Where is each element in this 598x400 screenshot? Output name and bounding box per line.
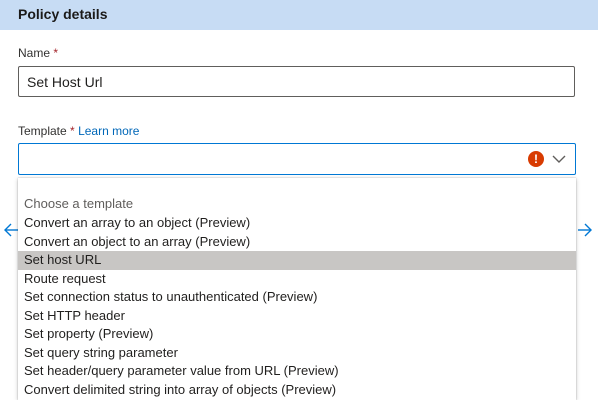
template-option[interactable]: Set property (Preview)	[18, 325, 576, 344]
template-option[interactable]: Set HTTP header	[18, 307, 576, 326]
error-icon: !	[528, 151, 544, 167]
dropdown-header: Choose a template	[24, 196, 134, 211]
template-option[interactable]: Convert delimited string into array of o…	[18, 381, 576, 400]
template-option[interactable]: Convert an object to an array (Preview)	[18, 233, 576, 252]
template-options-list: Convert an array to an object (Preview) …	[18, 214, 576, 399]
required-asterisk: *	[53, 46, 59, 60]
template-option[interactable]: Set host URL	[18, 251, 576, 270]
policy-details-header: Policy details	[0, 0, 598, 30]
arrow-right-icon[interactable]	[577, 222, 593, 238]
template-option[interactable]: Set connection status to unauthenticated…	[18, 288, 576, 307]
name-input[interactable]	[18, 66, 575, 97]
panel-title: Policy details	[18, 6, 108, 22]
template-option[interactable]: Route request	[18, 270, 576, 289]
template-options-dropdown: Choose a template Convert an array to an…	[18, 178, 576, 400]
template-option[interactable]: Set header/query parameter value from UR…	[18, 362, 576, 381]
template-option[interactable]: Set query string parameter	[18, 344, 576, 363]
template-dropdown[interactable]: !	[18, 143, 576, 175]
arrow-left-icon[interactable]	[3, 222, 19, 238]
template-label: Template * Learn more	[18, 124, 140, 138]
required-asterisk: *	[70, 124, 75, 138]
chevron-down-icon[interactable]	[551, 152, 567, 166]
template-option[interactable]: Convert an array to an object (Preview)	[18, 214, 576, 233]
name-label: Name *	[18, 46, 59, 60]
learn-more-link[interactable]: Learn more	[78, 124, 139, 138]
